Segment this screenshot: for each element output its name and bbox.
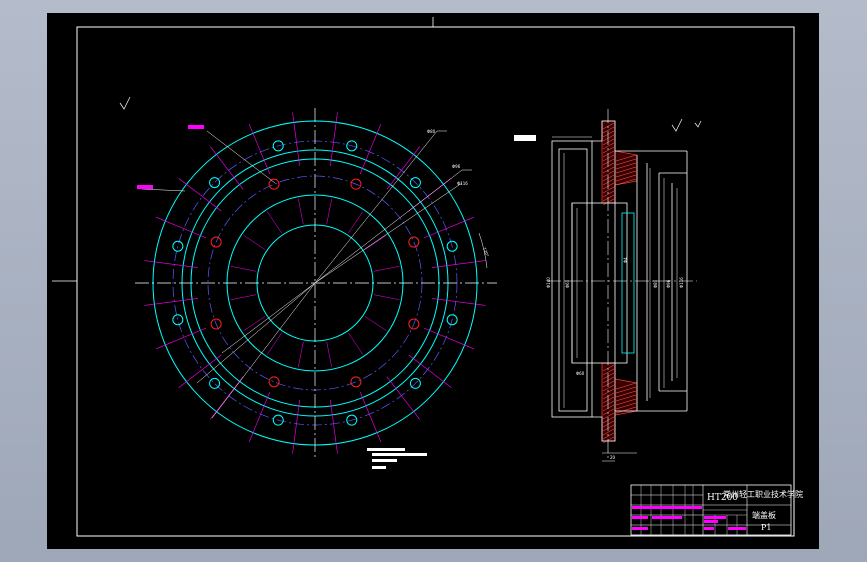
radial-tick [431,260,486,268]
radial-tick [359,123,382,175]
outer-bolt-hole [172,314,184,326]
radial-tick [431,298,486,306]
radial-tick [248,123,271,175]
inner-tick [364,316,387,331]
inner-bolt-hole [210,236,222,248]
inner-tick [267,211,282,234]
inner-tick [348,332,363,355]
cad-drawing: Φ80 Φ96 Φ116 120° Φ140 Φ60 Φ80 Φ96 Φ116 … [52,17,803,537]
section-view: Φ140 Φ60 Φ80 Φ96 Φ116 20 Φ60 Φ4 [514,109,697,462]
radial-tick [155,327,207,350]
svg-text:Φ80: Φ80 [427,129,436,134]
radial-tick [144,298,199,306]
outer-bolt-hole [209,377,221,389]
outer-bolt-hole [209,177,221,189]
inner-tick [243,235,266,250]
inner-tick [373,294,400,301]
title-block: HT200 常州轻工职业技术学院 端盖板 P1 [630,484,803,536]
inner-tick [348,211,363,234]
technical-notes [367,448,427,469]
svg-text:Φ60: Φ60 [576,371,585,376]
inner-tick [230,294,257,301]
svg-text:Φ140: Φ140 [546,277,551,288]
drawing-sheet: Φ80 Φ96 Φ116 120° Φ140 Φ60 Φ80 Φ96 Φ116 … [47,13,819,549]
svg-text:Φ96: Φ96 [452,164,461,169]
part-name: 端盖板 [752,510,776,520]
radial-tick [330,112,338,167]
svg-text:Φ4: Φ4 [623,257,628,263]
svg-text:120°: 120° [482,247,490,258]
radial-tick [155,216,207,239]
inner-tick [297,198,304,225]
svg-text:Φ116: Φ116 [679,277,684,288]
radial-tick [330,399,338,454]
inner-tick [326,198,333,225]
svg-text:20: 20 [610,455,616,460]
radial-tick [144,260,199,268]
inner-tick [326,341,333,368]
svg-text:Φ116: Φ116 [457,181,468,186]
radial-tick [248,391,271,443]
inner-bolt-hole [350,376,362,388]
outer-bolt-hole [172,240,184,252]
radial-tick [423,216,475,239]
inner-bolt-hole [268,178,280,190]
drawing-border [76,26,795,537]
radial-tick [292,399,300,454]
inner-tick [230,265,257,272]
school-name: 常州轻工职业技术学院 [723,489,803,499]
svg-text:Φ96: Φ96 [666,279,671,288]
front-view: Φ80 Φ96 Φ116 120° [135,108,497,469]
svg-text:Φ60: Φ60 [565,279,570,288]
svg-text:Φ80: Φ80 [653,279,658,288]
radial-tick [423,327,475,350]
inner-tick [373,265,400,272]
inner-bolt-hole [268,376,280,388]
radial-tick [292,112,300,167]
inner-tick [297,341,304,368]
inner-bolt-hole [408,236,420,248]
sheet-number: P1 [761,523,771,532]
radial-tick [359,391,382,443]
